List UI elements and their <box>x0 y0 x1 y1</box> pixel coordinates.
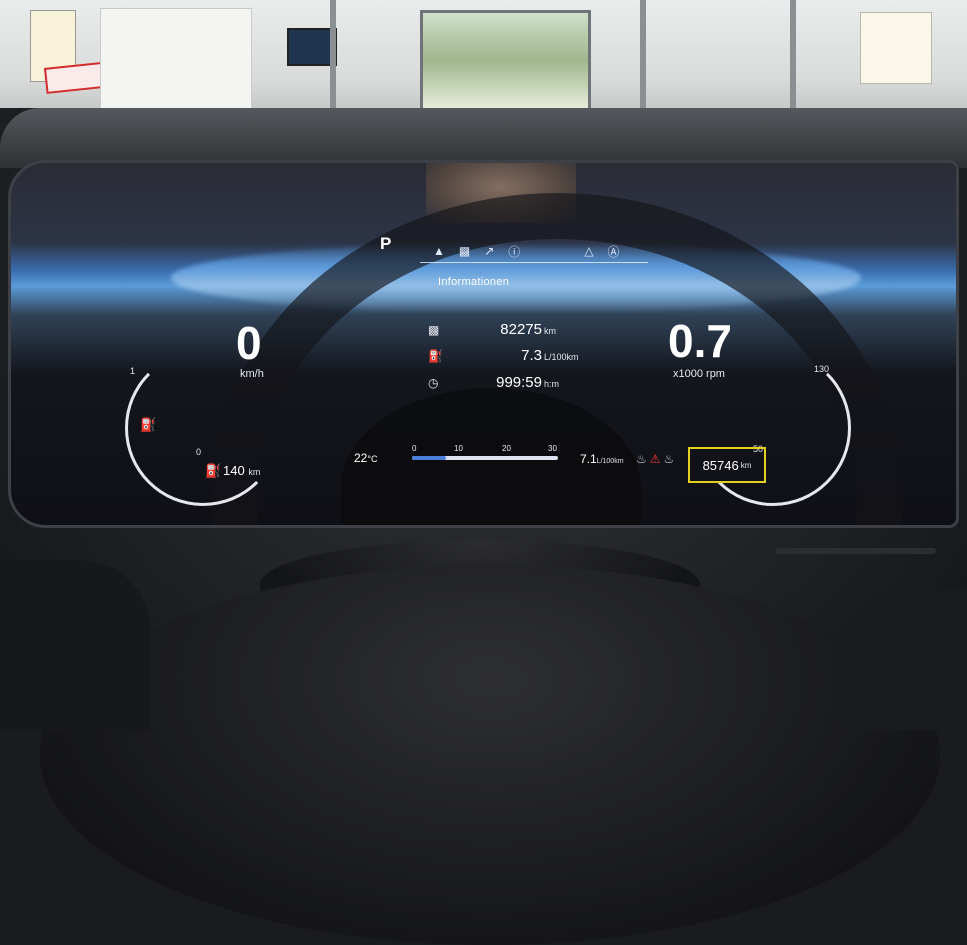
current-consumption-value: 7.1 <box>580 452 597 466</box>
right-stalk <box>840 590 967 730</box>
cabinet <box>100 8 252 110</box>
seatbelt-indicators: ♨ ⚠ ♨ <box>636 452 674 466</box>
odometer-unit: km <box>740 460 752 470</box>
garage-window <box>420 10 591 111</box>
fuel-gauge-empty-tick: 0 <box>196 447 202 457</box>
odometer-value: 85746 <box>702 457 739 473</box>
dashboard-top <box>0 108 967 168</box>
range-unit: km <box>248 467 261 477</box>
route-icon: ↗ <box>484 244 495 258</box>
rpm-value: 0.7 <box>668 315 732 367</box>
temperature-unit: °C <box>367 454 378 464</box>
scale-fill <box>412 456 446 460</box>
avg-consumption-value: 7.3 <box>521 347 542 364</box>
trip-time-unit: h:m <box>544 379 560 389</box>
header-icon-bar: ▲ ▩ ↗ ⓘ △ Ⓐ <box>433 244 643 259</box>
info-icon: ⓘ <box>508 244 521 259</box>
gear-indicator: P <box>380 234 392 253</box>
scale-label: 0 <box>412 444 417 453</box>
trip-row-distance: ▩ 82275 km <box>428 321 556 338</box>
consumption-scale: 0 10 20 30 <box>412 444 558 462</box>
auto-hold-icon: Ⓐ <box>607 244 620 259</box>
trip-row-consumption: ⛽ 7.3 L/100km <box>428 347 579 364</box>
fuel-pump-icon: ⛽ <box>205 463 222 478</box>
range-value: 140 <box>223 463 245 478</box>
car-icon: ▩ <box>458 244 471 258</box>
gauge-tick-top: 130 <box>814 364 830 374</box>
fuel-pump-icon: ⛽ <box>428 349 443 363</box>
current-consumption: 7.1L/100km <box>580 452 624 466</box>
trip-time-value: 999:59 <box>496 374 542 391</box>
steering-wheel <box>40 565 940 945</box>
outside-temperature: 22°C <box>354 451 377 465</box>
trip-row-time: ◷ 999:59 h:m <box>428 374 559 391</box>
current-consumption-unit: L/100km <box>596 458 624 465</box>
seat-icon: ♨ <box>636 452 647 466</box>
scale-label: 10 <box>454 444 463 453</box>
seatbelt-warning-icon: ⚠ <box>649 452 661 466</box>
left-stalk <box>0 560 150 730</box>
scale-label: 20 <box>502 444 511 453</box>
seat-icon: ♨ <box>663 452 675 466</box>
scale-label: 30 <box>548 444 557 453</box>
dashboard-trim <box>776 548 936 554</box>
lane-icon: ▲ <box>433 244 445 258</box>
odometer-highlight: 85746 km <box>688 447 766 483</box>
fuel-gauge-icon: ⛽ <box>140 417 157 432</box>
avg-consumption-unit: L/100km <box>544 352 579 362</box>
wall-panel <box>860 12 932 84</box>
fuel-gauge-full-tick: 1 <box>130 366 136 376</box>
clock-icon: ◷ <box>428 376 439 390</box>
car-odometer-icon: ▩ <box>428 323 440 337</box>
range-display: 140 km <box>223 463 260 478</box>
trip-distance-value: 82275 <box>500 321 542 338</box>
header-divider <box>420 262 648 263</box>
trip-distance-unit: km <box>544 326 556 336</box>
info-title: Informationen <box>438 276 510 288</box>
assist-icon: △ <box>584 244 594 258</box>
temperature-value: 22 <box>354 451 368 465</box>
